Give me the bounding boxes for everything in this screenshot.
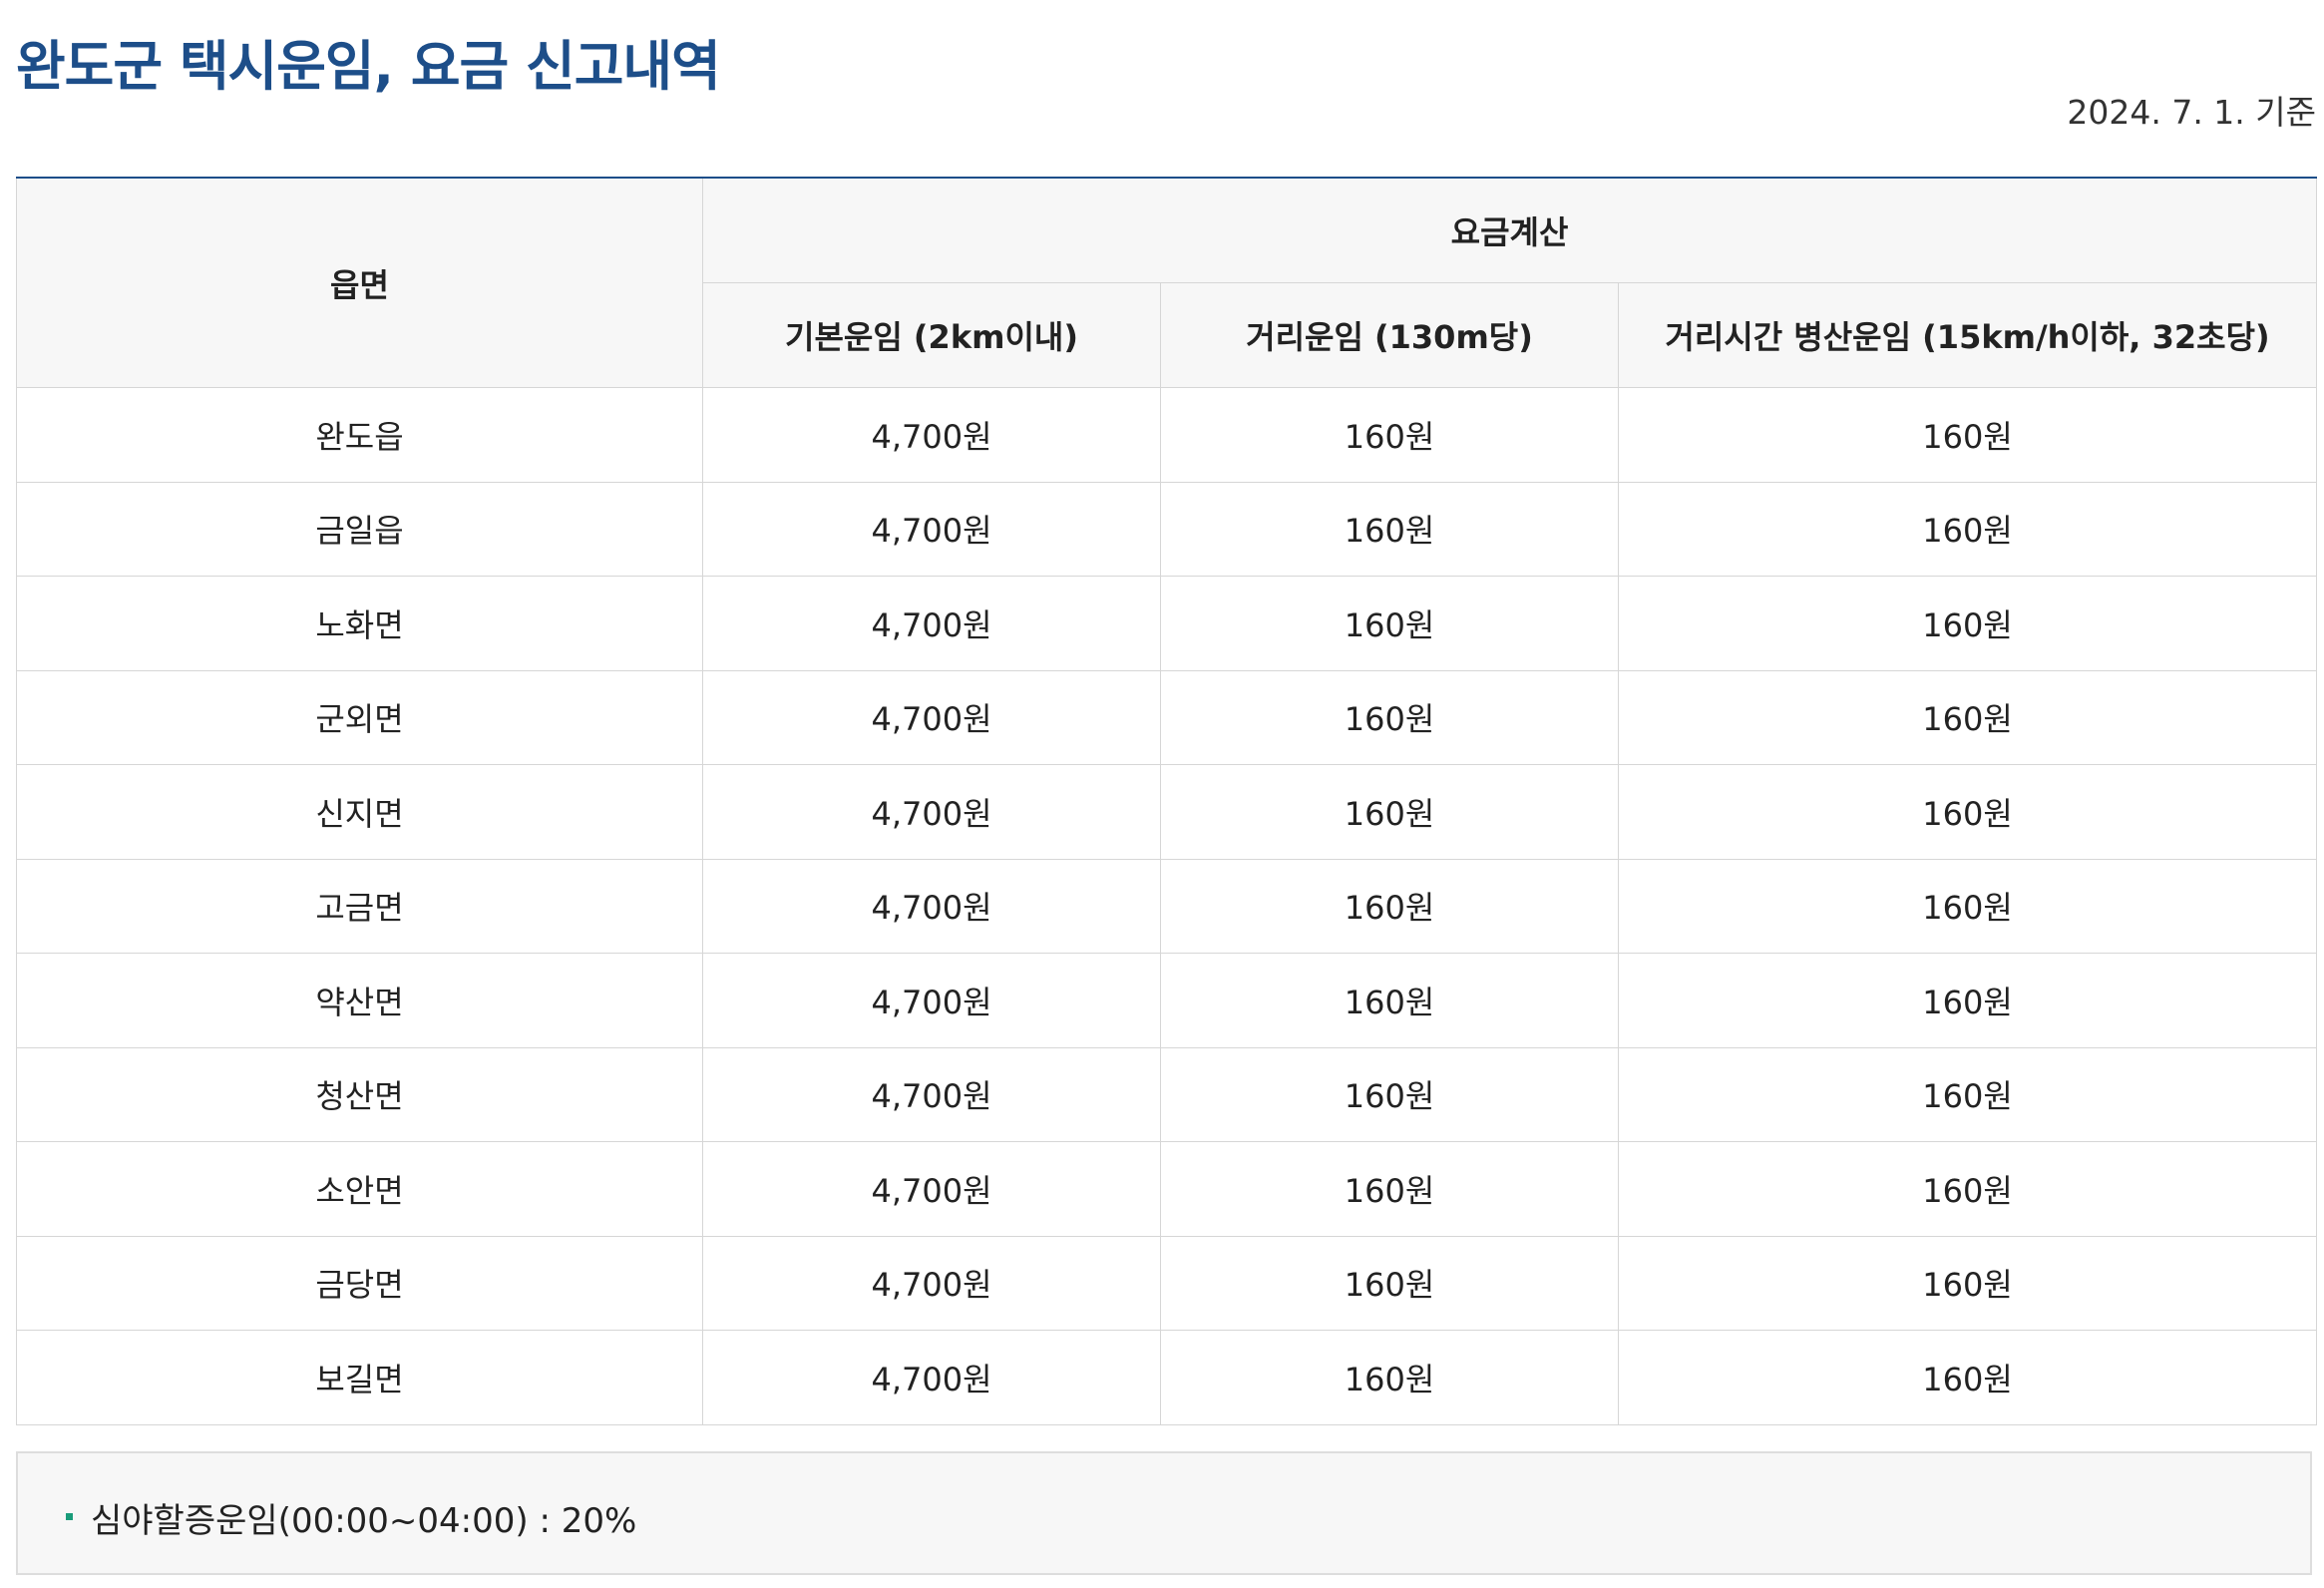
cell-combined-fare: 160원 xyxy=(1617,669,2318,765)
cell-base-fare: 4,700원 xyxy=(702,953,1161,1048)
cell-base-fare: 4,700원 xyxy=(702,387,1161,483)
cell-region: 금일읍 xyxy=(16,481,703,577)
cell-base-fare: 4,700원 xyxy=(702,1330,1161,1425)
cell-distance-fare: 160원 xyxy=(1160,669,1619,765)
table-row: 노화면 4,700원 160원 160원 xyxy=(16,576,2318,671)
header-fare-group: 요금계산 xyxy=(701,177,2318,283)
table-row: 고금면 4,700원 160원 160원 xyxy=(16,858,2318,954)
cell-distance-fare: 160원 xyxy=(1160,858,1619,954)
cell-combined-fare: 160원 xyxy=(1617,387,2318,483)
cell-region: 보길면 xyxy=(16,1330,703,1425)
cell-combined-fare: 160원 xyxy=(1617,764,2318,860)
cell-distance-fare: 160원 xyxy=(1160,481,1619,577)
page-title: 완도군 택시운임, 요금 신고내역 xyxy=(16,35,721,98)
cell-region: 약산면 xyxy=(16,953,703,1048)
cell-base-fare: 4,700원 xyxy=(702,669,1161,765)
table-row: 신지면 4,700원 160원 160원 xyxy=(16,764,2318,860)
date-note: 2024. 7. 1. 기준 xyxy=(2067,93,2316,132)
table-header-row: 읍면 요금계산 xyxy=(16,177,2318,388)
cell-distance-fare: 160원 xyxy=(1160,1046,1619,1142)
cell-region: 군외면 xyxy=(16,669,703,765)
cell-region: 신지면 xyxy=(16,764,703,860)
cell-base-fare: 4,700원 xyxy=(702,481,1161,577)
table-row: 금당면 4,700원 160원 160원 xyxy=(16,1235,2318,1331)
cell-base-fare: 4,700원 xyxy=(702,576,1161,671)
table-row: 보길면 4,700원 160원 160원 xyxy=(16,1330,2318,1425)
table-row: 군외면 4,700원 160원 160원 xyxy=(16,669,2318,765)
cell-combined-fare: 160원 xyxy=(1617,1330,2318,1425)
cell-region: 청산면 xyxy=(16,1046,703,1142)
cell-distance-fare: 160원 xyxy=(1160,764,1619,860)
cell-distance-fare: 160원 xyxy=(1160,1141,1619,1237)
cell-combined-fare: 160원 xyxy=(1617,1235,2318,1331)
notice-item: 심야할증운임(00:00~04:00) : 20% xyxy=(66,1493,636,1542)
notice-box: 심야할증운임(00:00~04:00) : 20% xyxy=(16,1451,2312,1575)
cell-base-fare: 4,700원 xyxy=(702,1141,1161,1237)
header-combined-fare: 거리시간 병산운임 (15km/h이하, 32초당) xyxy=(1617,282,2318,388)
cell-combined-fare: 160원 xyxy=(1617,1141,2318,1237)
cell-combined-fare: 160원 xyxy=(1617,953,2318,1048)
cell-base-fare: 4,700원 xyxy=(702,1046,1161,1142)
cell-distance-fare: 160원 xyxy=(1160,953,1619,1048)
bullet-icon xyxy=(66,1513,73,1520)
header-distance-fare: 거리운임 (130m당) xyxy=(1160,282,1619,388)
fare-table: 읍면 요금계산 기본운임 (2km이내) 거리운임 (130m당) 거리시간 병… xyxy=(16,177,2318,1425)
cell-region: 완도읍 xyxy=(16,387,703,483)
table-row: 금일읍 4,700원 160원 160원 xyxy=(16,481,2318,577)
cell-combined-fare: 160원 xyxy=(1617,858,2318,954)
cell-region: 소안면 xyxy=(16,1141,703,1237)
notice-text: 심야할증운임(00:00~04:00) : 20% xyxy=(91,1501,637,1541)
cell-base-fare: 4,700원 xyxy=(702,1235,1161,1331)
cell-distance-fare: 160원 xyxy=(1160,1330,1619,1425)
cell-combined-fare: 160원 xyxy=(1617,1046,2318,1142)
cell-region: 금당면 xyxy=(16,1235,703,1331)
cell-distance-fare: 160원 xyxy=(1160,1235,1619,1331)
table-row: 소안면 4,700원 160원 160원 xyxy=(16,1141,2318,1237)
cell-base-fare: 4,700원 xyxy=(702,858,1161,954)
cell-combined-fare: 160원 xyxy=(1617,481,2318,577)
cell-base-fare: 4,700원 xyxy=(702,764,1161,860)
cell-distance-fare: 160원 xyxy=(1160,387,1619,483)
header-region: 읍면 xyxy=(16,177,703,388)
table-row: 완도읍 4,700원 160원 160원 xyxy=(16,387,2318,483)
cell-region: 노화면 xyxy=(16,576,703,671)
table-row: 청산면 4,700원 160원 160원 xyxy=(16,1046,2318,1142)
header-base-fare: 기본운임 (2km이내) xyxy=(702,282,1161,388)
cell-region: 고금면 xyxy=(16,858,703,954)
cell-distance-fare: 160원 xyxy=(1160,576,1619,671)
table-row: 약산면 4,700원 160원 160원 xyxy=(16,953,2318,1048)
cell-combined-fare: 160원 xyxy=(1617,576,2318,671)
